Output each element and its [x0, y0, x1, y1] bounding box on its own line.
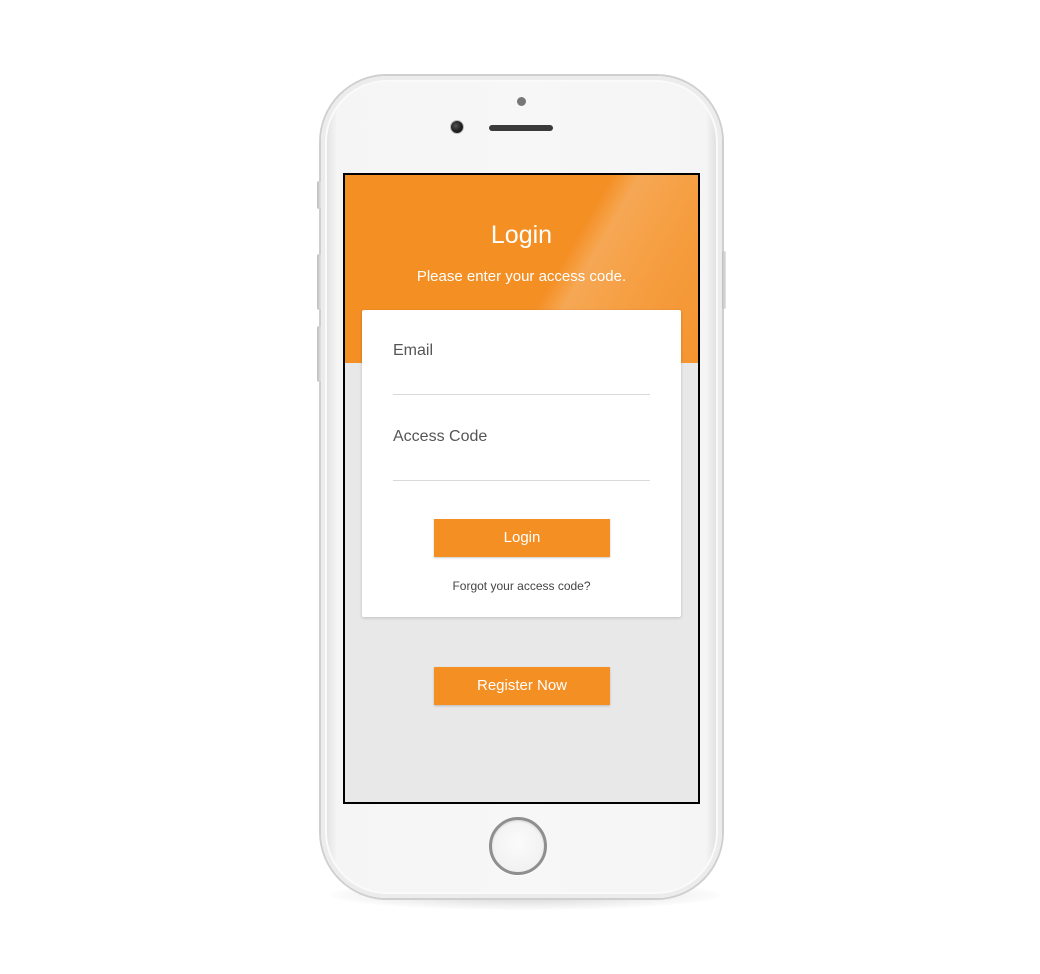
email-label: Email: [393, 342, 434, 359]
home-button-icon[interactable]: [489, 817, 547, 875]
forgot-access-code-link[interactable]: Forgot your access code?: [362, 579, 681, 593]
email-field[interactable]: [393, 376, 650, 395]
email-field-group: Email: [393, 342, 650, 395]
mute-switch: [317, 181, 321, 209]
access-code-label: Access Code: [393, 428, 488, 445]
register-now-button[interactable]: Register Now: [434, 667, 610, 705]
sensor-icon: [517, 97, 526, 106]
stage: Login Please enter your access code. Ema…: [0, 0, 1040, 974]
login-button[interactable]: Login: [434, 519, 610, 557]
page-title: Login: [490, 221, 553, 249]
phone-frame: Login Please enter your access code. Ema…: [317, 76, 726, 898]
camera-icon: [451, 121, 463, 133]
access-code-field[interactable]: [393, 462, 650, 481]
page-subtitle: Please enter your access code.: [416, 268, 627, 285]
login-card: Email Access Code Login Forgot your acce…: [362, 310, 681, 617]
app-view: Login Please enter your access code. Ema…: [345, 175, 698, 802]
access-code-field-group: Access Code: [393, 428, 650, 481]
phone-screen: Login Please enter your access code. Ema…: [343, 173, 700, 804]
speaker-icon: [489, 125, 553, 131]
volume-up-button: [317, 254, 321, 310]
volume-down-button: [317, 326, 321, 382]
power-button: [722, 251, 726, 309]
